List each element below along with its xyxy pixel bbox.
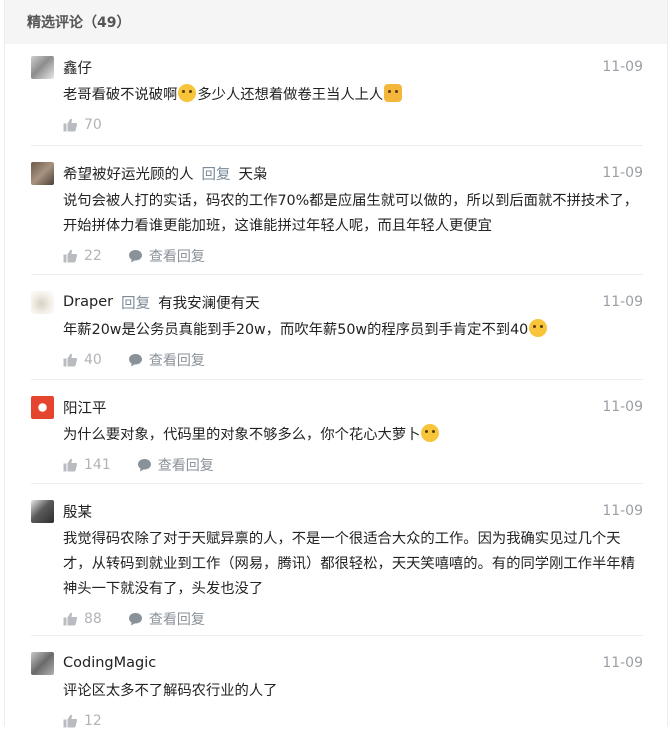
comment-actions: 12	[31, 709, 643, 733]
chat-bubble-icon	[128, 250, 142, 263]
thumbs-up-icon	[63, 249, 78, 263]
chat-bubble-icon	[128, 613, 142, 626]
view-replies-button[interactable]: 查看回复	[128, 350, 205, 370]
comment-item: CodingMagic 11-09 评论区太多不了解码农行业的人了 12	[5, 636, 667, 729]
avatar[interactable]	[31, 290, 54, 314]
comment-actions: 88 查看回复	[31, 607, 643, 631]
avatar[interactable]	[31, 55, 54, 79]
comment-item: 殷某 11-09 我觉得码农除了对于天赋异禀的人，不是一个很适合大众的工作。因为…	[5, 484, 667, 636]
section-header: 精选评论（49）	[5, 0, 667, 44]
view-replies-label: 查看回复	[157, 458, 214, 474]
comment-author[interactable]: Draper	[63, 294, 113, 310]
comment-actions: 70	[31, 113, 643, 137]
avatar[interactable]	[31, 651, 54, 675]
avatar[interactable]	[31, 161, 54, 185]
comment-author[interactable]: CodingMagic	[63, 655, 156, 671]
comment-item: 希望被好运光顾的人 回复 天枭 11-09 说句会被人打的实话，码农的工作70%…	[5, 146, 667, 275]
thumbs-up-icon	[63, 458, 78, 472]
comment-date: 11-09	[602, 59, 643, 75]
comment-author[interactable]: 阳江平	[63, 397, 107, 418]
comment-author[interactable]: 希望被好运光顾的人	[63, 163, 194, 184]
chat-bubble-icon	[128, 354, 142, 367]
like-button[interactable]: 88	[63, 611, 102, 627]
comment-item: 鑫仔 11-09 老哥看破不说破啊 多少人还想着做卷王当人上人 70	[5, 44, 667, 146]
reply-target-user[interactable]: 天枭	[239, 163, 268, 184]
comment-text: 评论区太多不了解码农行业的人了	[63, 683, 278, 699]
view-replies-label: 查看回复	[148, 353, 205, 369]
view-replies-button[interactable]: 查看回复	[128, 246, 205, 266]
comment-date: 11-09	[602, 503, 643, 519]
comments-panel: 精选评论（49） 鑫仔 11-09 老哥看破不说破啊 多少人还想着做卷王当人上人 …	[4, 0, 668, 729]
like-count: 141	[84, 457, 111, 473]
view-replies-label: 查看回复	[148, 612, 205, 628]
thumbs-up-icon	[63, 353, 78, 367]
like-count: 88	[84, 611, 102, 627]
comment-item: Draper 回复 有我安澜便有天 11-09 年薪20w是公务员真能到手20w…	[5, 275, 667, 380]
reply-label: 回复	[121, 295, 151, 312]
comment-date: 11-09	[602, 294, 643, 310]
like-count: 40	[84, 352, 102, 368]
thumbs-up-icon	[63, 612, 78, 626]
comment-text: 我觉得码农除了对于天赋异禀的人，不是一个很适合大众的工作。因为我确实见过几个天才…	[63, 531, 635, 597]
like-button[interactable]: 141	[63, 457, 111, 473]
relieved-emoji	[529, 319, 548, 337]
comment-actions: 40 查看回复	[31, 348, 643, 372]
like-button[interactable]: 40	[63, 352, 102, 368]
comment-text: 年薪20w是公务员真能到手20w，而吹年薪50w的程序员到手肯定不到40	[31, 318, 643, 343]
comment-text: 为什么要对象，代码里的对象不够多么，你个花心大萝卜	[31, 423, 643, 448]
comment-author[interactable]: 殷某	[63, 501, 92, 522]
view-replies-button[interactable]: 查看回复	[137, 455, 214, 475]
like-count: 22	[84, 248, 102, 264]
comment-item: 阳江平 11-09 为什么要对象，代码里的对象不够多么，你个花心大萝卜 141 …	[5, 380, 667, 484]
like-button[interactable]: 22	[63, 248, 102, 264]
like-button[interactable]: 12	[63, 713, 102, 729]
comment-date: 11-09	[602, 655, 643, 671]
avatar[interactable]	[31, 395, 54, 419]
view-replies-label: 查看回复	[148, 249, 205, 265]
laugh-cry-emoji	[178, 84, 197, 102]
like-count: 12	[84, 713, 102, 729]
comment-author[interactable]: 鑫仔	[63, 57, 92, 78]
comment-date: 11-09	[602, 399, 643, 415]
reply-label: 回复	[201, 166, 231, 183]
comment-text: 老哥看破不说破啊 多少人还想着做卷王当人上人	[31, 83, 643, 108]
like-count: 70	[84, 117, 102, 133]
section-title: 精选评论（49）	[27, 15, 131, 31]
rofl-emoji	[421, 424, 440, 442]
comment-actions: 22 查看回复	[31, 244, 643, 268]
comment-text: 说句会被人打的实话，码农的工作70%都是应届生就可以做的，所以到后面就不拼技术了…	[63, 193, 639, 234]
thumbs-up-icon	[63, 118, 78, 132]
comment-date: 11-09	[602, 165, 643, 181]
like-button[interactable]: 70	[63, 117, 102, 133]
reply-target-user[interactable]: 有我安澜便有天	[158, 292, 260, 313]
view-replies-button[interactable]: 查看回复	[128, 609, 205, 629]
avatar[interactable]	[31, 499, 54, 523]
cat-emoji	[384, 84, 403, 102]
chat-bubble-icon	[137, 459, 151, 472]
comment-actions: 141 查看回复	[31, 453, 643, 477]
